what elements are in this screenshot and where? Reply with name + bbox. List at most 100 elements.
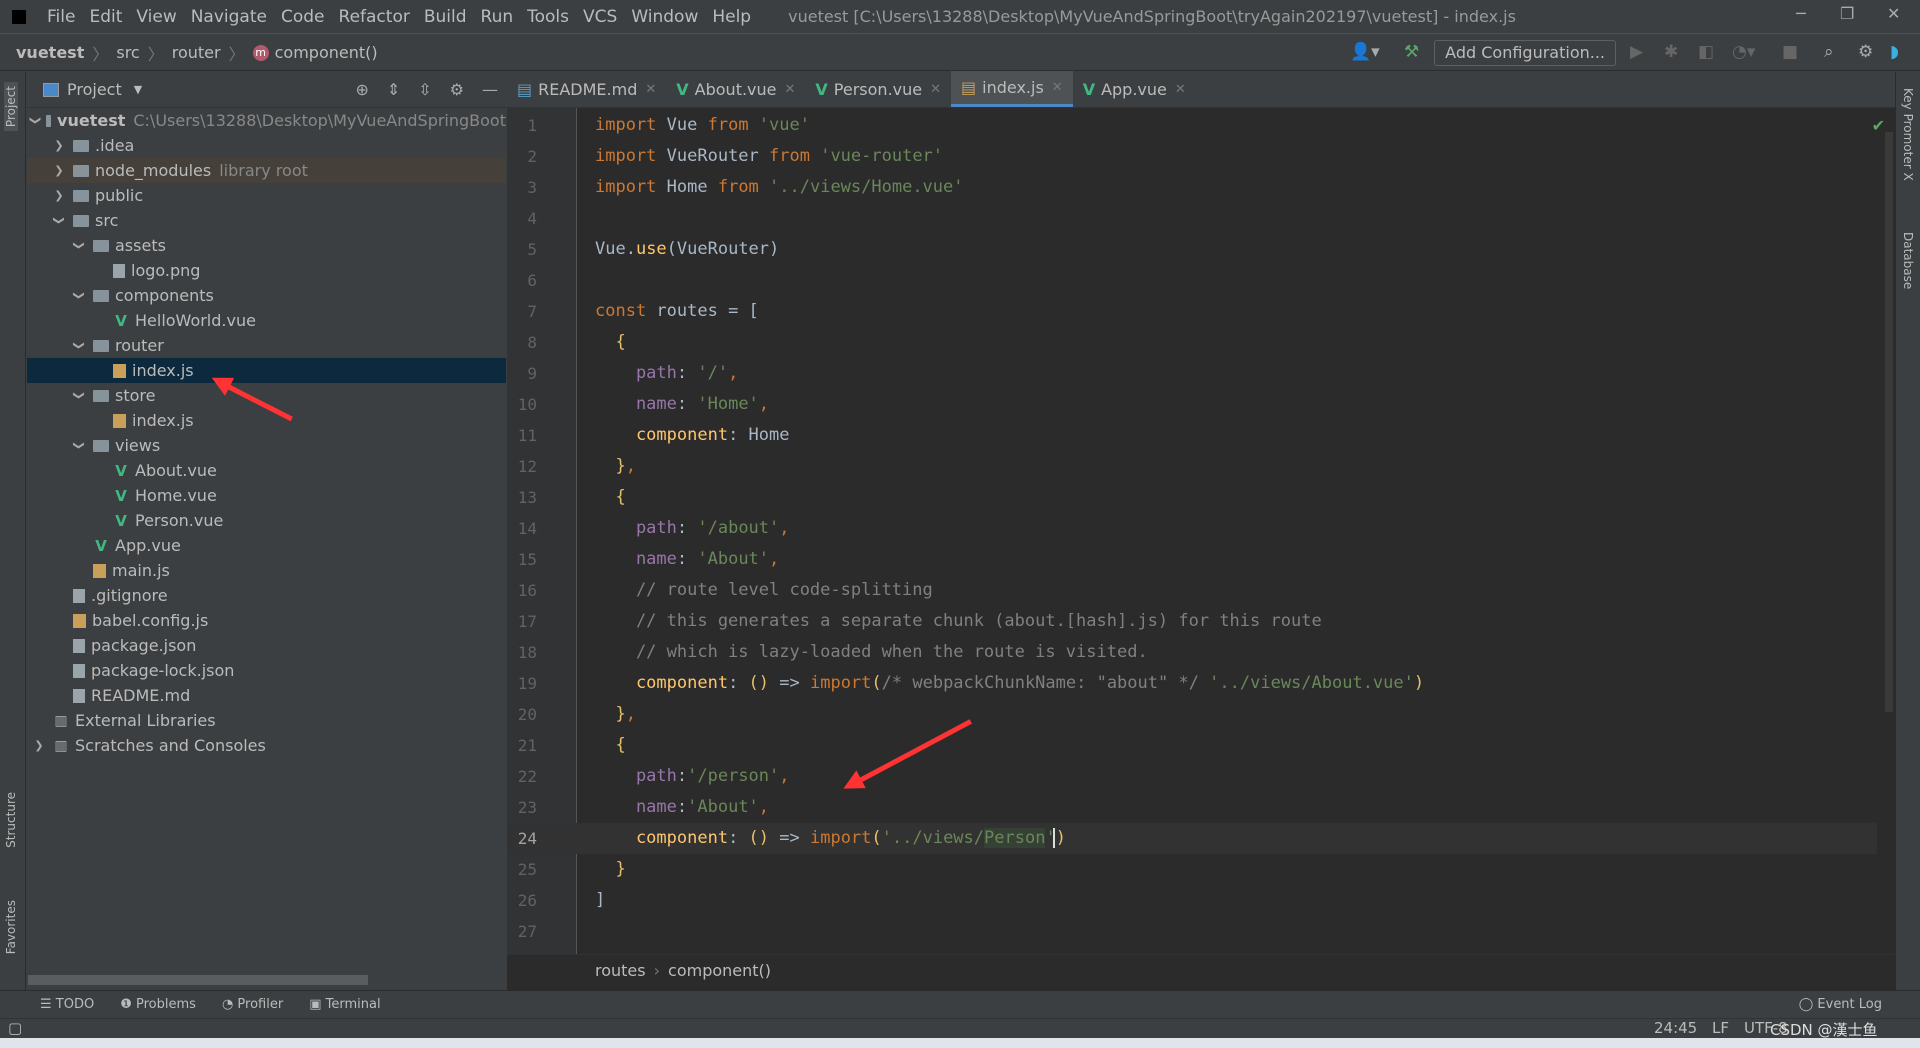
chevron-down-icon[interactable]: ❯ <box>73 338 86 354</box>
tab-person-vue[interactable]: V Person.vue ✕ <box>805 71 951 107</box>
todo-tool-button[interactable]: ☰ TODO <box>40 997 94 1012</box>
tree-item[interactable]: .gitignore <box>27 583 506 608</box>
restore-button[interactable]: ❐ <box>1840 4 1854 23</box>
chevron-right-icon[interactable]: ❯ <box>51 139 67 152</box>
chevron-down-icon[interactable]: ❯ <box>73 288 86 304</box>
gear-icon[interactable]: ⚙ <box>450 80 464 99</box>
chevron-down-icon[interactable]: ❯ <box>73 238 86 254</box>
tree-item[interactable]: ❯ vuetest C:\Users\13288\Desktop\MyVueAndS… <box>27 108 506 133</box>
run-icon[interactable]: ▶ <box>1630 42 1643 62</box>
close-tab-icon[interactable]: ✕ <box>1052 80 1063 95</box>
tree-item[interactable]: package-lock.json <box>27 658 506 683</box>
crumb-routes[interactable]: routes <box>595 961 646 980</box>
menu-edit[interactable]: Edit <box>82 7 129 27</box>
profiler-tool-button[interactable]: ◔ Profiler <box>222 997 283 1012</box>
tree-item[interactable]: babel.config.js <box>27 608 506 633</box>
close-window-button[interactable]: ✕ <box>1887 4 1900 23</box>
tree-item[interactable]: ❯ node_modules library root <box>27 158 506 183</box>
chevron-right-icon[interactable]: ❯ <box>51 164 67 177</box>
stop-icon[interactable]: ■ <box>1782 42 1798 62</box>
problems-tool-button[interactable]: ❶ Problems <box>120 997 196 1012</box>
tree-item[interactable]: index.js <box>27 408 506 433</box>
menu-file[interactable]: File <box>40 7 82 27</box>
tab-about-vue[interactable]: V About.vue ✕ <box>666 71 805 107</box>
key-promoter-tool-button[interactable]: Key Promoter X <box>1901 88 1915 181</box>
tree-item[interactable]: V HelloWorld.vue <box>27 308 506 333</box>
event-log-button[interactable]: ◯ Event Log <box>1799 997 1882 1012</box>
tree-item[interactable]: ❯ .idea <box>27 133 506 158</box>
project-tool-button[interactable]: Project <box>4 82 18 132</box>
favorites-tool-button[interactable]: Favorites <box>4 900 18 954</box>
tab-index-js[interactable]: ▤ index.js ✕ <box>951 71 1073 107</box>
tree-item[interactable]: ❯ public <box>27 183 506 208</box>
tab-app-vue[interactable]: V App.vue ✕ <box>1073 71 1196 107</box>
tree-item[interactable]: README.md <box>27 683 506 708</box>
minimize-button[interactable]: ─ <box>1796 4 1806 23</box>
tree-item[interactable]: V Home.vue <box>27 483 506 508</box>
code-area[interactable]: 1 import Vue from 'vue' 2 import VueRouter … <box>507 108 1895 954</box>
gear-icon[interactable]: ⚙ <box>1858 42 1873 62</box>
chevron-down-icon[interactable]: ❯ <box>73 438 86 454</box>
menu-view[interactable]: View <box>129 7 183 27</box>
menu-run[interactable]: Run <box>474 7 521 27</box>
tab-readme-md[interactable]: ▤ README.md ✕ <box>507 71 666 107</box>
build-hammer-icon[interactable]: ⚒ <box>1404 42 1419 62</box>
chevron-down-icon[interactable]: ▼ <box>134 83 142 96</box>
tree-item[interactable]: ❯ ▥ Scratches and Consoles <box>27 733 506 758</box>
chevron-right-icon[interactable]: ❯ <box>51 189 67 202</box>
chevron-down-icon[interactable]: ❯ <box>73 388 86 404</box>
menu-build[interactable]: Build <box>417 7 474 27</box>
terminal-tool-button[interactable]: ▣ Terminal <box>309 997 380 1012</box>
expand-all-icon[interactable]: ⇕ <box>387 80 400 99</box>
menu-window[interactable]: Window <box>624 7 705 27</box>
horizontal-scrollbar[interactable] <box>28 975 368 985</box>
tree-item[interactable]: ▥ External Libraries <box>27 708 506 733</box>
tree-item[interactable]: index.js <box>27 358 506 383</box>
close-tab-icon[interactable]: ✕ <box>930 82 941 97</box>
chevron-down-icon[interactable]: ❯ <box>29 116 42 125</box>
tree-item[interactable]: V App.vue <box>27 533 506 558</box>
breadcrumb-project[interactable]: vuetest <box>16 43 84 62</box>
chevron-down-icon[interactable]: ❯ <box>53 213 66 229</box>
project-view-selector[interactable]: Project <box>67 80 122 99</box>
tree-item[interactable]: ❯ components <box>27 283 506 308</box>
chevron-right-icon[interactable]: ❯ <box>31 739 47 752</box>
menu-navigate[interactable]: Navigate <box>184 7 274 27</box>
coverage-icon[interactable]: ◧ <box>1698 42 1714 62</box>
tree-item[interactable]: package.json <box>27 633 506 658</box>
tree-item[interactable]: logo.png <box>27 258 506 283</box>
menu-vcs[interactable]: VCS <box>576 7 624 27</box>
tree-item[interactable]: main.js <box>27 558 506 583</box>
menu-code[interactable]: Code <box>274 7 332 27</box>
vertical-scrollbar[interactable] <box>1885 132 1893 712</box>
breadcrumb-router[interactable]: router <box>172 43 221 62</box>
plugin-icon[interactable]: ◗ <box>1890 42 1899 62</box>
line-separator[interactable]: LF <box>1712 1019 1729 1037</box>
menu-refactor[interactable]: Refactor <box>332 7 417 27</box>
crumb-component[interactable]: component() <box>668 961 771 980</box>
close-tab-icon[interactable]: ✕ <box>1175 82 1186 97</box>
hide-icon[interactable]: — <box>482 80 498 99</box>
caret-position[interactable]: 24:45 <box>1654 1019 1697 1037</box>
tree-item[interactable]: ❯ router <box>27 333 506 358</box>
profile-icon[interactable]: ◔▾ <box>1732 42 1755 62</box>
debug-icon[interactable]: ✱ <box>1664 42 1678 62</box>
database-tool-button[interactable]: Database <box>1901 232 1915 289</box>
close-tab-icon[interactable]: ✕ <box>785 82 796 97</box>
menu-tools[interactable]: Tools <box>520 7 576 27</box>
breadcrumb-src[interactable]: src <box>116 43 139 62</box>
tree-item[interactable]: ❯ assets <box>27 233 506 258</box>
tree-item[interactable]: V About.vue <box>27 458 506 483</box>
tree-item[interactable]: V Person.vue <box>27 508 506 533</box>
menu-help[interactable]: Help <box>705 7 758 27</box>
collapse-all-icon[interactable]: ⇳ <box>418 80 431 99</box>
tree-item[interactable]: ❯ views <box>27 433 506 458</box>
tree-item[interactable]: ❯ src <box>27 208 506 233</box>
add-configuration-button[interactable]: Add Configuration... <box>1434 40 1616 66</box>
toggle-tool-windows-icon[interactable]: ▢ <box>8 1019 22 1037</box>
structure-tool-button[interactable]: Structure <box>4 792 18 848</box>
breadcrumb-method[interactable]: component() <box>275 43 378 62</box>
close-tab-icon[interactable]: ✕ <box>645 82 656 97</box>
locate-icon[interactable]: ⊕ <box>355 80 368 99</box>
search-icon[interactable]: ⌕ <box>1824 42 1834 62</box>
